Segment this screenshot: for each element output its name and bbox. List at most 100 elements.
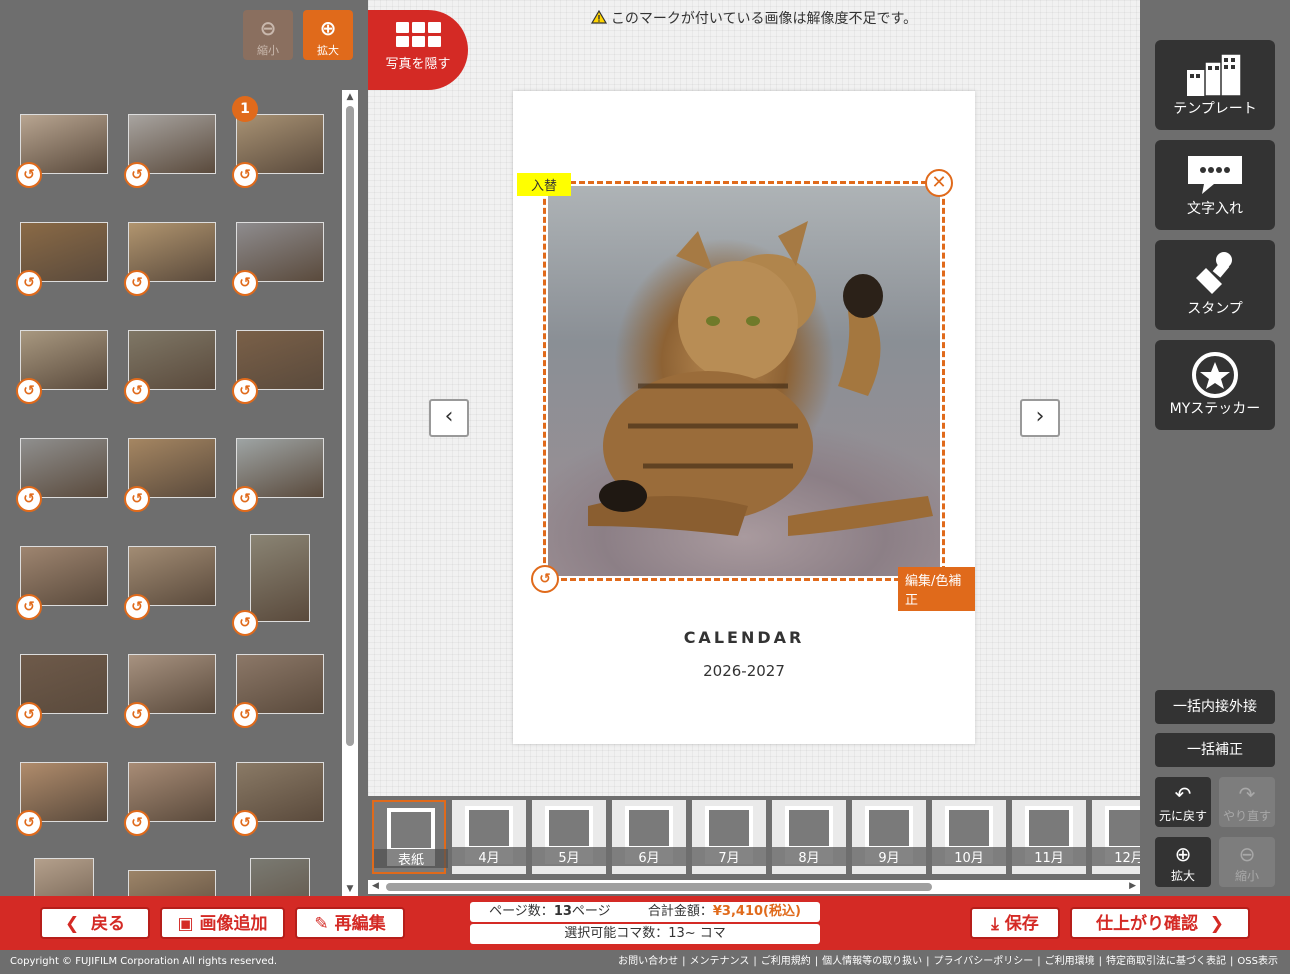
page-thumbnail[interactable]: 11月 [1012,800,1086,874]
photo-thumbnail[interactable]: ↺ [232,222,324,296]
correct-all-button[interactable]: 一括補正 [1155,733,1275,767]
reedit-button[interactable]: ✎ 再編集 [295,907,405,939]
page-strip-scrollbar[interactable]: ◀ ▶ [368,880,1140,894]
footer-link[interactable]: プライバシーポリシー [933,956,1033,967]
photo-thumbnail[interactable]: ↺ [16,438,108,512]
rotate-icon[interactable]: ↺ [232,378,258,404]
photo-thumbnail[interactable]: ↺ [232,762,324,836]
page-thumbnail[interactable]: 12月 [1092,800,1140,874]
photo-frame[interactable] [543,181,945,581]
rotate-icon[interactable]: ↺ [232,162,258,188]
next-page-chevron-right-icon[interactable]: › [1020,399,1060,437]
photo-thumbnail[interactable]: ↺ [128,870,216,896]
stamp-button[interactable]: スタンプ [1155,240,1275,330]
fit-all-button[interactable]: 一括内接外接 [1155,690,1275,724]
replace-photo-tag[interactable]: 入替 [517,173,572,196]
hide-photos-button[interactable]: 写真を隠す [368,10,468,90]
photo-thumbnail[interactable]: ↺ [124,330,216,404]
photo-thumbnail[interactable]: ↺ [124,114,216,188]
undo-button[interactable]: ↶ 元に戻す [1155,777,1211,827]
scroll-up-icon[interactable]: ▲ [345,92,355,102]
rotate-icon[interactable]: ↺ [16,486,42,512]
footer-link[interactable]: OSS表示 [1237,956,1278,967]
remove-photo-close-icon[interactable]: ✕ [925,169,953,197]
rotate-icon[interactable]: ↺ [16,378,42,404]
scroll-right-icon[interactable]: ▶ [1129,881,1136,891]
scroll-left-icon[interactable]: ◀ [372,881,379,891]
rotate-icon[interactable]: ↺ [232,702,258,728]
selectable-frames: 選択可能コマ数：13~ コマ [470,924,820,944]
photo-thumbnail[interactable]: ↺ [124,438,216,512]
page-thumbnail[interactable]: 4月 [452,800,526,874]
photo-thumbnail[interactable]: ↺ [124,654,216,728]
rotate-icon[interactable]: ↺ [124,270,150,296]
footer-link[interactable]: 特定商取引法に基づく表記 [1106,956,1226,967]
rotate-icon[interactable]: ↺ [124,810,150,836]
page-thumbnail[interactable]: 表紙 [372,800,448,874]
photo-thumbnail[interactable]: ↺ [16,222,108,296]
scrollbar-thumb[interactable] [386,883,932,891]
prev-page-chevron-left-icon[interactable]: ‹ [429,399,469,437]
template-button[interactable]: テンプレート [1155,40,1275,130]
thumbnail-image [34,858,94,896]
add-image-button[interactable]: ▣ 画像追加 [160,907,285,939]
photo-thumbnail[interactable]: ↺ [124,222,216,296]
page-thumbnail[interactable]: 5月 [532,800,606,874]
thumb-zoom-in-button[interactable]: ⊕ 拡大 [303,10,353,60]
photo-thumbnail[interactable]: ↺ [124,762,216,836]
page-thumbnail[interactable]: 8月 [772,800,846,874]
rotate-icon[interactable]: ↺ [232,610,258,636]
photo-thumbnail[interactable]: ↺ [16,330,108,404]
photo-thumbnail[interactable]: ↺ [232,330,324,404]
rotate-icon[interactable]: ↺ [16,270,42,296]
rotate-icon[interactable]: ↺ [124,378,150,404]
rotate-icon[interactable]: ↺ [16,594,42,620]
page-thumbnail[interactable]: 6月 [612,800,686,874]
rotate-icon[interactable]: ↺ [16,162,42,188]
footer-link[interactable]: 個人情報等の取り扱い [822,956,922,967]
rotate-icon[interactable]: ↺ [124,702,150,728]
footer-link[interactable]: ご利用環境 [1045,956,1095,967]
rotate-icon[interactable]: ↺ [232,810,258,836]
rotate-icon[interactable]: ↺ [232,486,258,512]
rotate-icon[interactable]: ↺ [124,162,150,188]
photo-thumbnail[interactable]: ↺ [232,654,324,728]
back-button[interactable]: ❮ 戻る [40,907,150,939]
footer-link[interactable]: メンテナンス [690,956,750,967]
page-thumbnail[interactable]: 10月 [932,800,1006,874]
scrollbar-thumb[interactable] [346,106,354,746]
rotate-icon[interactable]: ↺ [16,810,42,836]
photo-thumbnail[interactable]: ↺ [124,546,216,620]
photo-thumbnail[interactable]: ↺ [16,654,108,728]
thumbnail-scrollbar[interactable]: ▲ ▼ [342,90,358,896]
rotate-icon[interactable]: ↺ [16,702,42,728]
text-insert-button[interactable]: 文字入れ [1155,140,1275,230]
page-thumbnail[interactable]: 9月 [852,800,926,874]
rotate-icon[interactable]: ↺ [124,594,150,620]
rotate-icon[interactable]: ↺ [124,486,150,512]
photo-thumbnail[interactable]: ↺ [34,858,94,896]
preview-confirm-button[interactable]: 仕上がり確認 ❯ [1070,907,1250,939]
photo-thumbnail[interactable]: ↺ [16,762,108,836]
cat-photo-illustration [588,221,933,536]
page-thumbnail[interactable]: 7月 [692,800,766,874]
canvas-zoom-out-button[interactable]: ⊖ 縮小 [1219,837,1275,887]
photo-thumbnail[interactable]: ↺ [232,114,324,188]
rotate-icon[interactable]: ↺ [531,565,559,593]
rotate-icon[interactable]: ↺ [232,270,258,296]
photo-thumbnail[interactable]: ↺ [250,858,310,896]
scroll-down-icon[interactable]: ▼ [345,884,355,894]
edit-color-correct-button[interactable]: 編集/色補正 [898,567,975,611]
photo-thumbnail[interactable]: ↺ [16,546,108,620]
photo-thumbnail[interactable]: ↺ [16,114,108,188]
photo-thumbnail[interactable]: ↺ [232,438,324,512]
cover-photo[interactable] [548,186,940,576]
canvas-zoom-in-button[interactable]: ⊕ 拡大 [1155,837,1211,887]
redo-button[interactable]: ↷ やり直す [1219,777,1275,827]
photo-thumbnail[interactable]: ↺ [232,534,310,636]
thumb-zoom-out-button[interactable]: ⊖ 縮小 [243,10,293,60]
footer-link[interactable]: お問い合わせ [618,956,678,967]
save-button[interactable]: ⤓ 保存 [970,907,1060,939]
footer-link[interactable]: ご利用規約 [761,956,811,967]
my-sticker-button[interactable]: MYステッカー [1155,340,1275,430]
